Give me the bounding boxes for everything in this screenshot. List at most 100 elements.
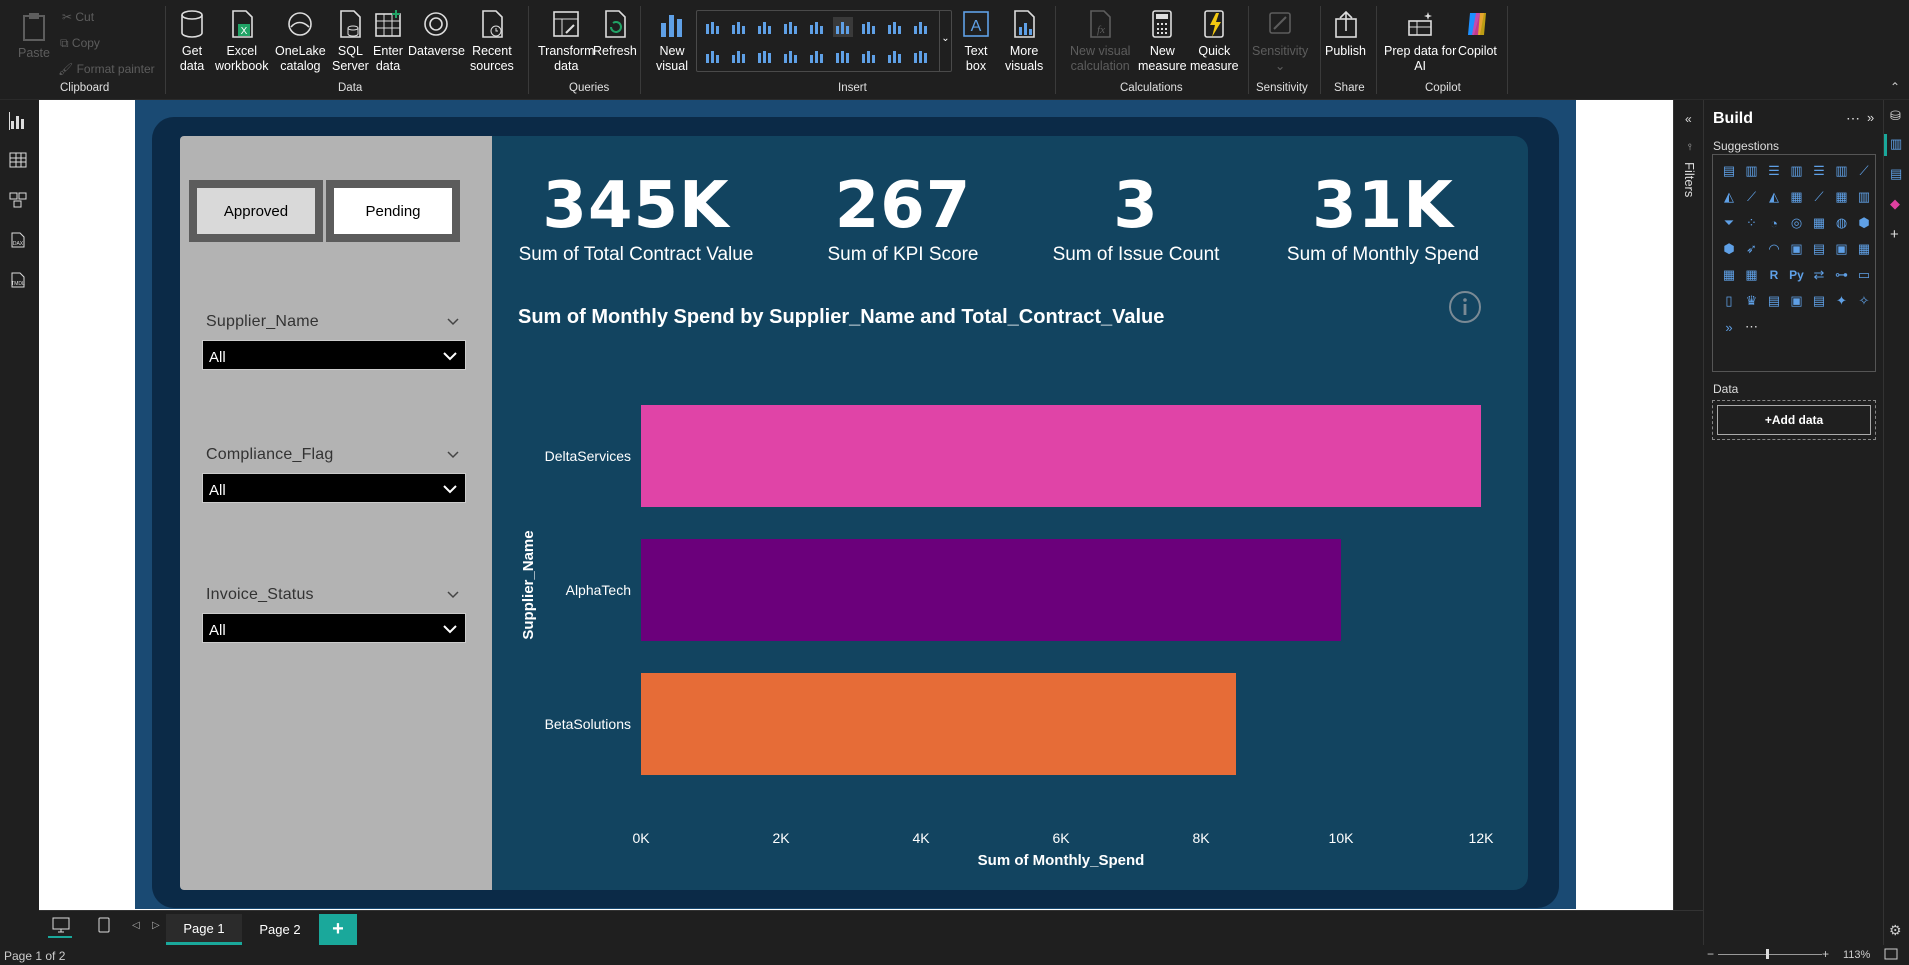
visualization-type-icon[interactable]: ⟋ — [1809, 187, 1829, 207]
visualization-type-icon[interactable]: ▥ — [1742, 161, 1762, 181]
visualization-type-icon[interactable]: ▣ — [1787, 239, 1807, 259]
invoice-status-dropdown[interactable]: All — [202, 613, 466, 643]
visual-type-icon[interactable] — [703, 46, 723, 66]
visual-type-icon[interactable] — [859, 17, 879, 37]
dataverse-button[interactable]: Dataverse — [408, 8, 465, 59]
visual-type-icon[interactable] — [833, 46, 853, 66]
visualization-type-icon[interactable]: ⬢ — [1719, 239, 1739, 259]
enter-data-button[interactable]: Enter data — [372, 8, 404, 74]
compliance-flag-dropdown[interactable]: All — [202, 473, 466, 503]
bar[interactable] — [641, 539, 1341, 641]
visualization-type-icon[interactable]: ▦ — [1809, 213, 1829, 233]
visualization-type-icon[interactable]: ⏷ — [1719, 213, 1739, 233]
visual-type-icon[interactable] — [755, 17, 775, 37]
tile-slicer-pending[interactable]: Pending — [326, 180, 460, 242]
recent-sources-button[interactable]: Recent sources — [470, 8, 514, 74]
collapse-ribbon-icon[interactable]: ⌃ — [1890, 80, 1900, 94]
visualization-type-icon[interactable]: ▣ — [1787, 291, 1807, 311]
add-page-button[interactable]: + — [319, 914, 357, 945]
sensitivity-button[interactable]: Sensitivity ⌄ — [1252, 8, 1308, 74]
visualization-type-icon[interactable]: ◭ — [1764, 187, 1784, 207]
dax-query-view-icon[interactable]: DAX — [9, 232, 27, 250]
visualization-type-icon[interactable]: ▤ — [1764, 291, 1784, 311]
new-visual-button[interactable]: New visual — [656, 8, 688, 74]
visualization-type-icon[interactable]: ▭ — [1854, 265, 1874, 285]
format-painter-button[interactable]: 🖌 Format painter — [58, 62, 155, 76]
more-visuals-button[interactable]: More visuals — [1005, 8, 1043, 74]
visualization-type-icon[interactable]: » — [1719, 317, 1739, 337]
tab-page-2[interactable]: Page 2 — [244, 914, 316, 945]
visual-type-icon[interactable] — [885, 46, 905, 66]
visualization-type-icon[interactable]: ⇄ — [1809, 265, 1829, 285]
visualization-type-icon[interactable]: ▦ — [1719, 265, 1739, 285]
transform-data-button[interactable]: Transform data — [538, 8, 595, 74]
visualization-type-icon[interactable]: ⟋ — [1854, 161, 1874, 181]
visualization-type-icon[interactable]: ▦ — [1742, 265, 1762, 285]
chevron-down-icon[interactable] — [446, 447, 460, 461]
onelake-catalog-button[interactable]: OneLake catalog — [275, 8, 326, 74]
more-options-icon[interactable]: ⋯ — [1846, 110, 1860, 127]
visualization-type-icon[interactable]: ◍ — [1832, 213, 1852, 233]
gallery-expand-icon[interactable]: ⌄ — [939, 11, 951, 71]
get-data-button[interactable]: Get data — [176, 8, 208, 74]
visualization-type-icon[interactable]: ✦ — [1832, 291, 1852, 311]
zoom-slider[interactable] — [1718, 954, 1822, 955]
visual-type-icon[interactable] — [859, 46, 879, 66]
zoom-slider-thumb[interactable] — [1766, 949, 1769, 959]
excel-workbook-button[interactable]: X Excel workbook — [215, 8, 269, 74]
bar[interactable] — [641, 673, 1236, 775]
expand-filters-icon[interactable]: « — [1685, 112, 1692, 126]
filters-pane-collapsed[interactable]: « ⫯ Filters — [1673, 100, 1703, 910]
tab-page-1[interactable]: Page 1 — [166, 914, 242, 945]
visualization-type-icon[interactable]: ◎ — [1787, 213, 1807, 233]
zoom-in-icon[interactable]: + — [1822, 947, 1829, 961]
next-page-icon[interactable]: ▷ — [152, 920, 160, 931]
new-measure-button[interactable]: New measure — [1138, 8, 1187, 74]
visual-type-icon[interactable] — [781, 17, 801, 37]
visualization-type-icon[interactable]: ◭ — [1719, 187, 1739, 207]
chevron-down-icon[interactable] — [446, 587, 460, 601]
visual-type-icon[interactable] — [781, 46, 801, 66]
chevron-down-icon[interactable] — [446, 314, 460, 328]
visual-type-icon[interactable] — [911, 17, 931, 37]
visualization-type-icon[interactable]: ☰ — [1764, 161, 1784, 181]
paste-button[interactable]: Paste — [18, 10, 50, 61]
visualization-type-icon[interactable]: ▦ — [1854, 239, 1874, 259]
tmdl-view-icon[interactable]: TMDL — [9, 272, 27, 293]
cut-button[interactable]: ✂ Cut — [62, 10, 94, 24]
visual-type-icon[interactable] — [911, 46, 931, 66]
tile-slicer-approved[interactable]: Approved — [189, 180, 323, 242]
publish-button[interactable]: Publish — [1325, 8, 1366, 59]
visual-type-icon[interactable] — [807, 46, 827, 66]
visualization-type-icon[interactable]: ⟋ — [1742, 187, 1762, 207]
data-pane-icon[interactable]: ⛁ — [1890, 108, 1901, 124]
fit-to-page-icon[interactable] — [1884, 948, 1898, 963]
visual-type-icon[interactable] — [885, 17, 905, 37]
report-view-icon[interactable] — [8, 112, 29, 135]
copilot-pane-icon[interactable]: ◆ — [1890, 196, 1900, 212]
visualization-type-icon[interactable]: ➶ — [1742, 239, 1762, 259]
bar[interactable] — [641, 405, 1481, 507]
visualization-type-icon[interactable]: ◠ — [1764, 239, 1784, 259]
supplier-name-dropdown[interactable]: All — [202, 340, 466, 370]
text-box-button[interactable]: A Text box — [960, 8, 992, 74]
prep-data-for-ai-button[interactable]: Prep data for AI — [1384, 8, 1456, 74]
visual-gallery[interactable]: ⌄ — [696, 10, 952, 72]
prev-page-icon[interactable]: ◁ — [132, 920, 140, 931]
visual-type-icon[interactable] — [729, 17, 749, 37]
visualization-type-icon[interactable]: ▤ — [1809, 291, 1829, 311]
add-data-button[interactable]: +Add data — [1717, 405, 1871, 435]
copy-button[interactable]: ⧉ Copy — [60, 36, 100, 51]
visualization-type-icon[interactable]: ◔ — [1764, 213, 1784, 233]
quick-measure-button[interactable]: Quick measure — [1190, 8, 1239, 74]
visualization-type-icon[interactable]: ▤ — [1809, 239, 1829, 259]
add-pane-icon[interactable]: + — [1890, 226, 1899, 243]
visualization-type-icon[interactable]: ▥ — [1787, 161, 1807, 181]
build-pane-icon[interactable]: ▥ — [1890, 136, 1902, 152]
visualization-type-icon[interactable]: ⋯ — [1742, 317, 1762, 337]
visualization-type-icon[interactable]: ▥ — [1854, 187, 1874, 207]
format-pane-icon[interactable]: ▤ — [1890, 166, 1902, 182]
settings-icon[interactable]: ⚙ — [1889, 922, 1902, 939]
visualization-type-icon[interactable]: ⊶ — [1832, 265, 1852, 285]
visualization-type-icon[interactable]: ▤ — [1719, 161, 1739, 181]
